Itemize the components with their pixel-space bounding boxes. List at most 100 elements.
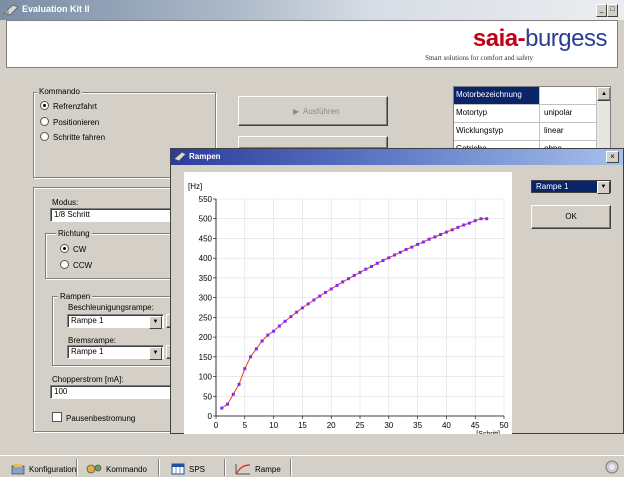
x-tick-label: 25 <box>356 421 365 430</box>
chevron-down-icon[interactable]: ▼ <box>149 316 162 329</box>
data-point <box>243 367 247 371</box>
tab-kommando[interactable]: Kommando <box>83 460 150 476</box>
x-tick-label: 10 <box>269 421 278 430</box>
property-row[interactable]: Motorbezeichnung <box>454 87 598 105</box>
close-icon[interactable]: × <box>606 151 619 163</box>
ramp-chart: 0 50 100 150 200 250 300 350 400 450 500 550 0 5 10 15 2… <box>184 172 512 434</box>
y-tick-label: 450 <box>199 234 213 243</box>
y-tick-label: 200 <box>199 333 213 342</box>
data-point <box>404 248 408 251</box>
y-tick-label: 50 <box>203 392 212 401</box>
radio-schritte-fahren[interactable]: Schritte fahren <box>40 132 105 142</box>
tab-rampe[interactable]: Rampe <box>232 460 284 476</box>
taskbar-separator <box>158 459 160 476</box>
ok-button[interactable]: OK <box>531 205 611 229</box>
data-point <box>352 274 356 277</box>
data-point <box>231 392 235 396</box>
chevron-down-icon[interactable]: ▼ <box>597 181 610 194</box>
x-tick-label: 5 <box>243 421 248 430</box>
data-point <box>473 219 477 223</box>
radio-cw[interactable]: CW <box>60 244 86 254</box>
richtung-group <box>45 233 175 279</box>
modus-field[interactable]: 1/8 Schritt <box>50 208 175 222</box>
y-tick-label: 100 <box>199 373 213 382</box>
window-title: Evaluation Kit II <box>22 4 90 14</box>
y-tick-label: 550 <box>199 195 213 204</box>
ramp-select[interactable]: Rampe 1 ▼ <box>531 180 611 194</box>
saia-burgess-logo: saia-burgess <box>472 25 608 52</box>
property-grid-scrollbar[interactable]: ▲ <box>596 87 610 149</box>
beschleunigung-select[interactable]: Rampe 1 ▼ <box>67 314 164 329</box>
x-tick-label: 30 <box>384 421 393 430</box>
y-tick-label: 400 <box>199 254 213 263</box>
status-globe-icon[interactable] <box>605 460 619 474</box>
data-point <box>300 306 304 310</box>
data-point <box>393 253 397 257</box>
window-title-bar: Evaluation Kit II _ □ <box>0 0 624 20</box>
tab-konfiguration[interactable]: Konfiguration <box>8 460 79 476</box>
maximize-button[interactable]: □ <box>607 4 618 17</box>
motor-properties-grid[interactable]: Motorbezeichnung Motortyp unipolar Wicklu… <box>453 86 611 150</box>
x-tick-label: 0 <box>214 421 219 430</box>
brems-label: Bremsrampe: <box>68 336 117 345</box>
data-point <box>266 333 270 337</box>
table-icon <box>171 463 185 475</box>
chart-canvas: 0 50 100 150 200 250 300 350 400 450 500 550 0 5 10 15 2… <box>188 182 509 434</box>
tab-sps[interactable]: SPS <box>168 460 208 476</box>
data-point <box>398 250 402 254</box>
configuration-icon <box>11 464 25 475</box>
y-axis-label: [Hz] <box>188 182 202 191</box>
data-point <box>347 277 350 281</box>
ramp-curve-icon <box>235 464 251 475</box>
y-tick-label: 250 <box>199 313 213 322</box>
radio-positionieren[interactable]: Positionieren <box>40 117 99 127</box>
chopper-field[interactable]: 100 <box>50 385 175 399</box>
property-row[interactable]: Wicklungstyp linear <box>454 123 598 141</box>
taskbar-separator <box>76 459 78 476</box>
data-point <box>277 324 281 328</box>
scroll-up-icon[interactable]: ▲ <box>597 87 610 101</box>
data-point <box>375 261 379 265</box>
pause-checkbox[interactable]: Pausenbestromung <box>52 412 135 423</box>
x-tick-label: 45 <box>471 421 480 430</box>
gears-icon <box>86 464 102 474</box>
data-point <box>318 294 322 298</box>
data-point <box>387 256 391 260</box>
taskbar-separator <box>224 459 226 476</box>
header-banner: saia-burgess Smart solutions for comfort… <box>6 20 618 68</box>
second-command-button[interactable] <box>238 136 388 148</box>
x-tick-label: 50 <box>500 421 509 430</box>
minimize-button[interactable]: _ <box>596 4 607 17</box>
data-point <box>427 237 431 241</box>
x-tick-label: 35 <box>413 421 422 430</box>
x-axis-label: [Schritt] <box>476 431 500 434</box>
checkbox-box[interactable] <box>52 412 62 422</box>
execute-button[interactable]: ▶ Ausführen <box>238 96 388 126</box>
data-point <box>358 270 362 274</box>
y-tick-label: 500 <box>199 215 213 224</box>
taskbar: Konfiguration Kommando SPS Rampe <box>0 455 624 477</box>
rampen-label: Rampen <box>58 292 93 301</box>
y-tick-label: 150 <box>199 353 213 362</box>
app-icon <box>173 151 187 162</box>
radio-ccw[interactable]: CCW <box>60 260 92 270</box>
y-tick-label: 350 <box>199 274 213 283</box>
data-point <box>416 242 420 246</box>
data-point <box>237 382 241 386</box>
brems-select[interactable]: Rampe 1 ▼ <box>67 345 164 360</box>
app-icon <box>3 4 19 16</box>
data-point <box>462 223 466 227</box>
play-icon: ▶ <box>293 107 300 116</box>
series-line <box>221 218 487 409</box>
data-point <box>433 235 437 239</box>
x-tick-label: 15 <box>298 421 307 430</box>
radio-refrenzfahrt[interactable]: Refrenzfahrt <box>40 101 97 111</box>
dialog-title: Rampen <box>189 152 221 161</box>
chevron-down-icon[interactable]: ▼ <box>149 347 162 360</box>
data-point <box>306 302 310 306</box>
data-point <box>370 265 373 268</box>
data-point <box>312 298 316 302</box>
data-point <box>479 217 483 221</box>
tagline: Smart solutions for comfort and safety <box>425 54 533 62</box>
property-row[interactable]: Motortyp unipolar <box>454 105 598 123</box>
